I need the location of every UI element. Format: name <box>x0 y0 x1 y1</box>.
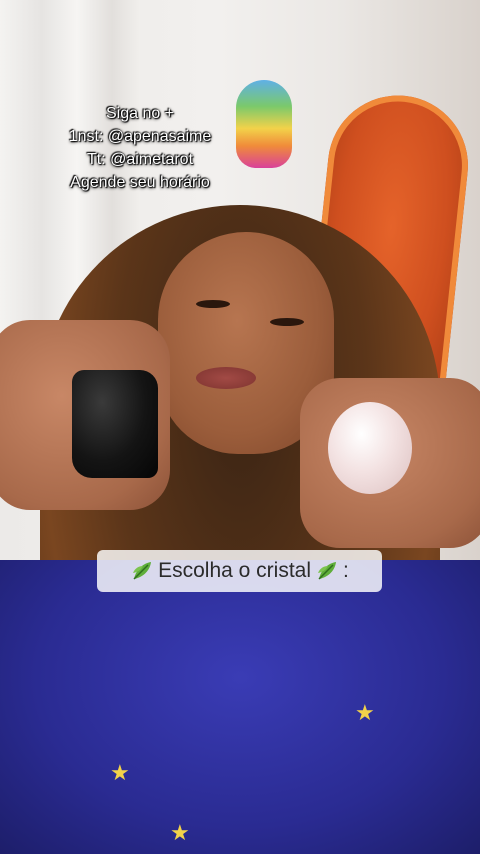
caption-line-instagram: 1nst: @apenasaime <box>68 128 212 145</box>
top-caption: Siga no + 1nst: @apenasaime Tt: @aimetar… <box>30 102 250 194</box>
caption-suffix: : <box>343 559 349 582</box>
caption-text: Escolha o cristal <box>158 559 312 582</box>
caption-line-follow: Siga no + <box>105 105 175 122</box>
caption-line-schedule: Agende seu horário <box>70 174 210 191</box>
shirt-star-icon: ★ <box>355 700 375 725</box>
lips <box>196 367 256 389</box>
shirt-star-icon: ★ <box>110 760 130 785</box>
rose-quartz-crystal <box>328 402 412 494</box>
left-eye <box>196 300 230 308</box>
shirt <box>0 560 480 854</box>
herb-leaf-icon <box>318 562 337 580</box>
herb-leaf-icon <box>133 562 152 580</box>
choose-crystal-caption: Escolha o cristal : <box>97 550 382 592</box>
shirt-star-icon: ★ <box>170 820 190 845</box>
caption-line-tiktok: Tt: @aimetarot <box>86 151 194 168</box>
right-eye <box>270 318 304 326</box>
black-crystal <box>72 370 158 478</box>
